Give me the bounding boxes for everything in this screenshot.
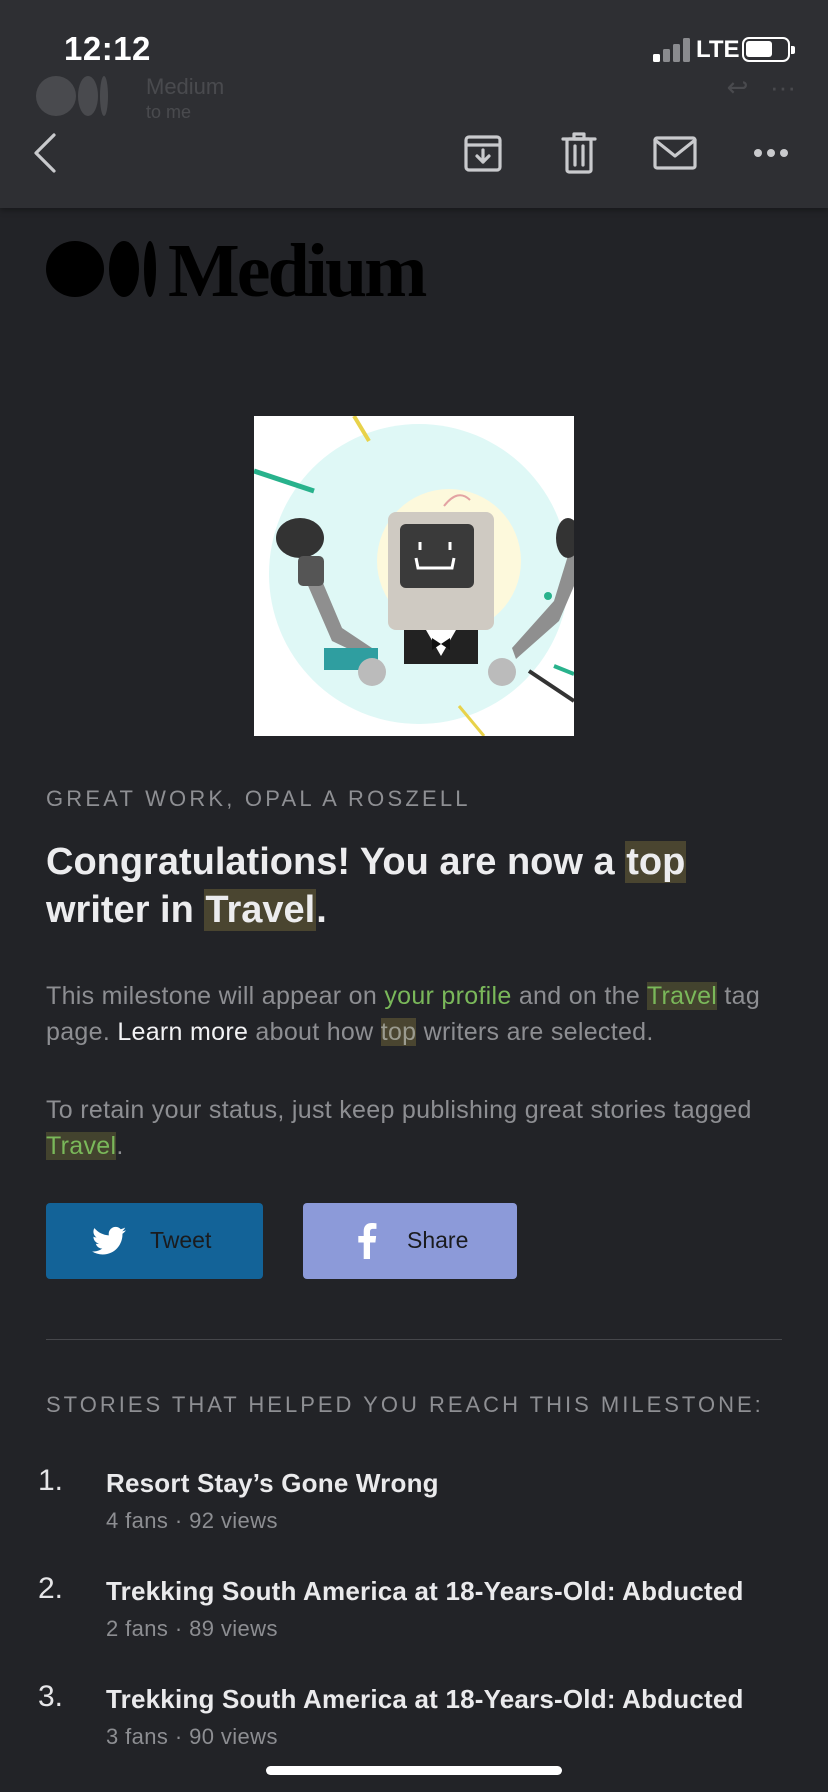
mail-icon[interactable] bbox=[650, 128, 700, 178]
medium-logo-text: Medium bbox=[168, 229, 427, 313]
retain-status-paragraph: To retain your status, just keep publish… bbox=[46, 1092, 786, 1164]
sender-name: Medium bbox=[146, 74, 225, 99]
email-toolbar bbox=[0, 108, 828, 196]
status-time: 12:12 bbox=[64, 30, 151, 67]
facebook-icon bbox=[358, 1223, 377, 1259]
story-stats: 4 fans · 92 views bbox=[106, 1508, 278, 1533]
story-title[interactable]: Trekking South America at 18-Years-Old: … bbox=[106, 1684, 744, 1715]
signal-icon bbox=[653, 38, 691, 62]
share-button[interactable]: Share bbox=[303, 1203, 517, 1279]
share-button-label: Share bbox=[407, 1227, 469, 1253]
story-stats: 2 fans · 89 views bbox=[106, 1616, 278, 1641]
battery-icon bbox=[742, 37, 795, 62]
paragraph-text: To retain your status, just keep publish… bbox=[46, 1096, 752, 1124]
story-title[interactable]: Trekking South America at 18-Years-Old: … bbox=[106, 1576, 744, 1607]
headline-text: writer in bbox=[46, 889, 205, 931]
more-icon[interactable] bbox=[746, 128, 796, 178]
archive-icon[interactable] bbox=[458, 128, 508, 178]
top-highlight: top bbox=[380, 1018, 417, 1046]
headline-highlight-top: top bbox=[625, 841, 687, 883]
stories-section-title: STORIES THAT HELPED YOU REACH THIS MILES… bbox=[46, 1392, 764, 1417]
trash-icon[interactable] bbox=[554, 128, 604, 178]
home-indicator[interactable] bbox=[266, 1766, 562, 1775]
section-divider bbox=[46, 1339, 782, 1340]
paragraph-text: about how bbox=[248, 1018, 381, 1046]
greeting-eyebrow: GREAT WORK, OPAL A ROSZELL bbox=[46, 786, 471, 811]
story-title[interactable]: Resort Stay’s Gone Wrong bbox=[106, 1468, 439, 1499]
story-stats: 3 fans · 90 views bbox=[106, 1724, 278, 1749]
milestone-paragraph: This milestone will appear on your profi… bbox=[46, 978, 786, 1050]
headline-text: Congratulations! You are now a bbox=[46, 841, 626, 883]
learn-more-link[interactable]: Learn more bbox=[117, 1018, 248, 1046]
paragraph-text: and on the bbox=[511, 982, 647, 1010]
hero-illustration bbox=[254, 416, 574, 736]
medium-logo: Medium bbox=[46, 229, 456, 313]
story-item[interactable]: 1. Resort Stay’s Gone Wrong 4 fans · 92 … bbox=[0, 1464, 828, 1554]
top-bar: 12:12 LTE Medium to me ↩ ··· bbox=[0, 0, 828, 208]
story-number: 2. bbox=[38, 1572, 64, 1605]
headline-text: . bbox=[316, 889, 327, 931]
reply-icon: ↩ ··· bbox=[726, 72, 796, 102]
network-label: LTE bbox=[696, 36, 740, 63]
paragraph-text: writers are selected. bbox=[416, 1018, 654, 1046]
profile-link[interactable]: your profile bbox=[384, 982, 511, 1010]
headline-highlight-travel: Travel bbox=[204, 889, 317, 931]
medium-logo-icon bbox=[46, 241, 158, 297]
travel-tag-link[interactable]: Travel bbox=[646, 982, 718, 1010]
back-icon[interactable] bbox=[20, 128, 70, 178]
story-item[interactable]: 2. Trekking South America at 18-Years-Ol… bbox=[0, 1572, 828, 1662]
twitter-icon bbox=[92, 1226, 126, 1255]
headline: Congratulations! You are now a top write… bbox=[46, 838, 786, 934]
tweet-button-label: Tweet bbox=[150, 1227, 212, 1253]
story-number: 3. bbox=[38, 1680, 64, 1713]
tweet-button[interactable]: Tweet bbox=[46, 1203, 263, 1279]
travel-tag-link[interactable]: Travel bbox=[46, 1132, 117, 1160]
story-item[interactable]: 3. Trekking South America at 18-Years-Ol… bbox=[0, 1680, 828, 1770]
paragraph-text: . bbox=[116, 1132, 124, 1160]
story-number: 1. bbox=[38, 1464, 64, 1497]
paragraph-text: This milestone will appear on bbox=[46, 982, 385, 1010]
